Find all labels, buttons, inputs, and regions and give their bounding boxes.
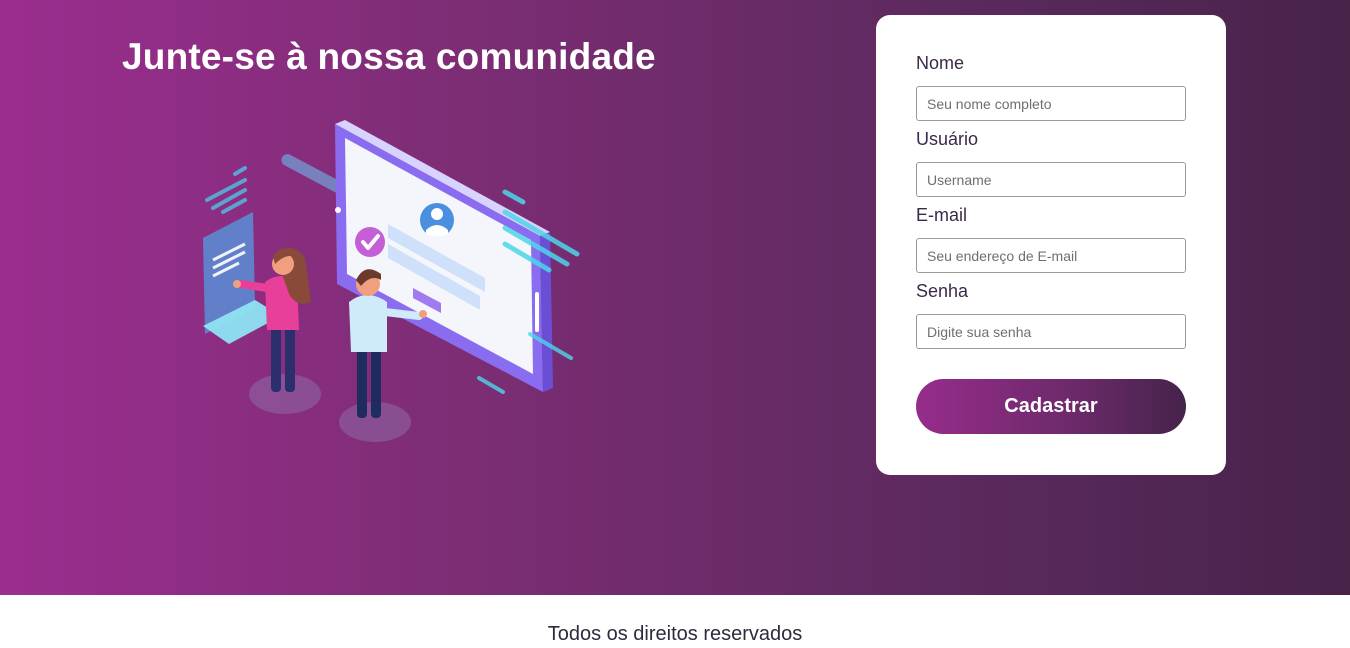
footer: Todos os direitos reservados: [0, 595, 1350, 648]
name-label: Nome: [916, 53, 965, 73]
footer-text: Todos os direitos reservados: [547, 623, 803, 645]
hero-title: Junte-se à nossa comunidade: [122, 36, 656, 77]
email-label: E-mail: [916, 205, 968, 225]
register-button[interactable]: Cadastrar: [916, 379, 1186, 434]
username-input[interactable]: [916, 162, 1186, 197]
email-input[interactable]: [916, 238, 1186, 273]
username-label: Usuário: [916, 129, 979, 149]
password-input[interactable]: [916, 314, 1186, 349]
name-input[interactable]: [916, 86, 1186, 121]
signup-card: Nome Usuário E-mail Senha Cadastrar: [876, 15, 1226, 475]
password-label: Senha: [916, 281, 969, 301]
signup-illustration: [203, 120, 580, 442]
